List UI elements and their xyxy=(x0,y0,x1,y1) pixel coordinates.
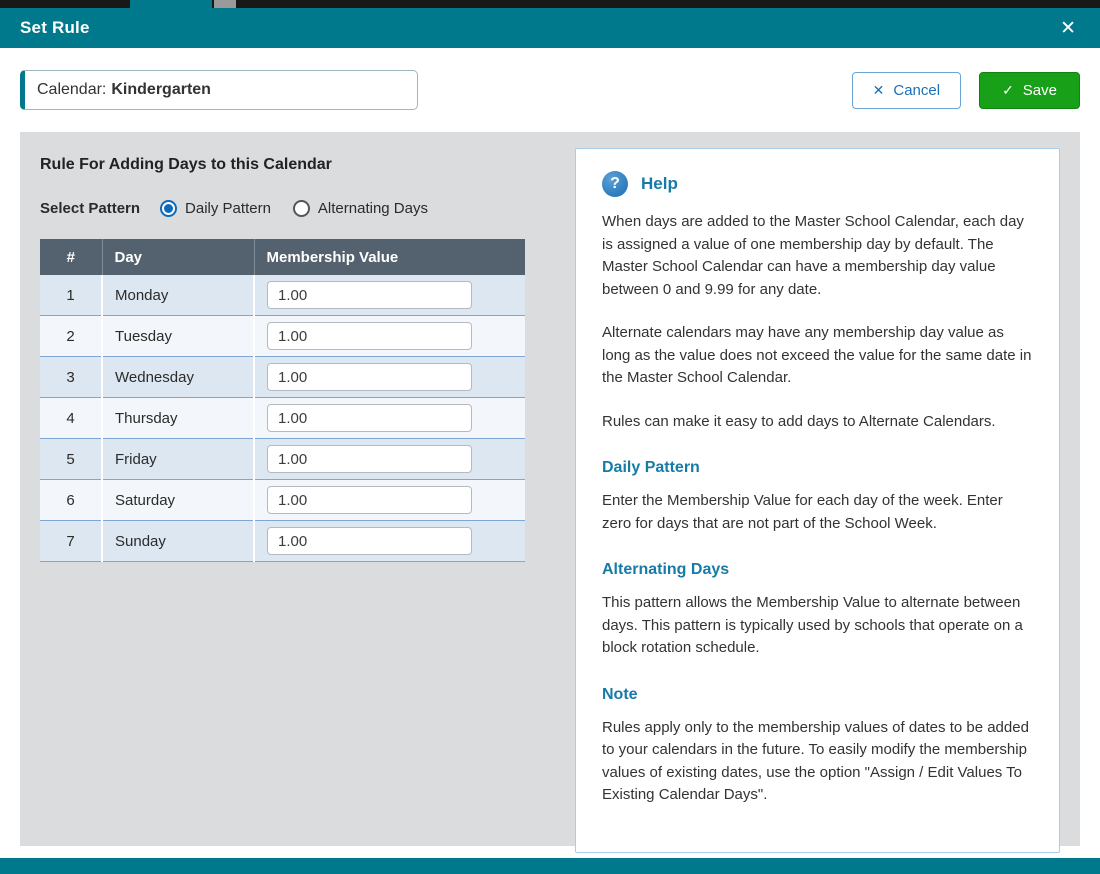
row-day: Wednesday xyxy=(102,356,255,398)
row-number: 4 xyxy=(40,397,103,439)
row-day: Friday xyxy=(102,438,255,480)
row-day: Thursday xyxy=(102,397,255,439)
table-header: # Day Membership Value xyxy=(40,239,525,275)
table-body: 1 Monday 2 Tuesday 3 Wednesday xyxy=(40,275,525,562)
row-value-cell xyxy=(254,315,525,357)
row-number: 2 xyxy=(40,315,103,357)
background-page-strip xyxy=(0,0,1100,8)
action-buttons: ✕ Cancel ✓ Save xyxy=(851,71,1080,109)
row-value-cell xyxy=(254,397,525,439)
help-section-heading-note: Note xyxy=(602,685,638,703)
membership-value-input[interactable] xyxy=(267,527,472,555)
toolbar: Calendar: Kindergarten ✕ Cancel ✓ Save xyxy=(0,48,1100,132)
row-day: Saturday xyxy=(102,479,255,521)
table-row: 1 Monday xyxy=(40,275,525,316)
save-check-icon: ✓ xyxy=(1002,81,1014,98)
calendar-value: Kindergarten xyxy=(111,81,211,98)
radio-alternating-days-label: Alternating Days xyxy=(317,200,428,217)
row-number: 3 xyxy=(40,356,103,398)
modal-footer-bar xyxy=(0,858,1100,874)
row-day: Sunday xyxy=(102,520,255,562)
row-value-cell xyxy=(254,438,525,480)
row-value-cell xyxy=(254,479,525,521)
page-title: Set Rule xyxy=(20,18,90,37)
rule-section: Rule For Adding Days to this Calendar Se… xyxy=(40,148,545,830)
col-header-day: Day xyxy=(102,239,255,275)
help-header: ? Help xyxy=(602,171,1033,197)
close-icon[interactable]: ✕ xyxy=(1056,15,1080,42)
membership-value-input[interactable] xyxy=(267,404,472,432)
cancel-button-label: Cancel xyxy=(893,81,941,99)
radio-alternating-days[interactable]: Alternating Days xyxy=(292,200,428,217)
row-value-cell xyxy=(254,356,525,398)
help-section-body: This pattern allows the Membership Value… xyxy=(602,594,1023,656)
row-value-cell xyxy=(254,520,525,562)
col-header-number: # xyxy=(40,239,103,275)
row-number: 6 xyxy=(40,479,103,521)
calendar-name-field: Calendar: Kindergarten xyxy=(20,70,418,110)
table-row: 4 Thursday xyxy=(40,397,525,439)
membership-value-input[interactable] xyxy=(267,363,472,391)
radio-daily-pattern[interactable]: Daily Pattern xyxy=(160,200,271,217)
modal-body: Rule For Adding Days to this Calendar Se… xyxy=(20,132,1080,853)
row-day: Monday xyxy=(102,275,255,316)
help-section-heading-daily-pattern: Daily Pattern xyxy=(602,459,700,476)
help-title: Help xyxy=(641,174,678,193)
table-row: 7 Sunday xyxy=(40,520,525,562)
save-button[interactable]: ✓ Save xyxy=(979,71,1080,109)
help-intro-paragraph: Alternate calendars may have any members… xyxy=(602,324,1032,386)
table-row: 2 Tuesday xyxy=(40,315,525,357)
help-section-body: Enter the Membership Value for each day … xyxy=(602,492,1003,532)
row-day: Tuesday xyxy=(102,315,255,357)
modal-header: Set Rule ✕ xyxy=(0,8,1100,48)
col-header-membership-value: Membership Value xyxy=(254,239,525,275)
row-number: 5 xyxy=(40,438,103,480)
rule-heading: Rule For Adding Days to this Calendar xyxy=(40,156,332,173)
row-value-cell xyxy=(254,275,525,316)
membership-value-input[interactable] xyxy=(267,322,472,350)
table-row: 5 Friday xyxy=(40,438,525,480)
help-section-heading-alternating-days: Alternating Days xyxy=(602,561,730,578)
table-row: 6 Saturday xyxy=(40,479,525,521)
help-intro-paragraph: Rules can make it easy to add days to Al… xyxy=(602,412,996,430)
table-row: 3 Wednesday xyxy=(40,356,525,398)
background-tab xyxy=(130,0,212,8)
membership-value-input[interactable] xyxy=(267,281,472,309)
help-section-body: Rules apply only to the membership value… xyxy=(602,718,1029,804)
pattern-label: Select Pattern xyxy=(40,200,141,217)
cancel-button[interactable]: ✕ Cancel xyxy=(851,71,962,109)
membership-value-input[interactable] xyxy=(267,445,472,473)
background-tab-small xyxy=(214,0,236,8)
membership-value-table: # Day Membership Value 1 Monday 2 Tuesda… xyxy=(40,239,525,562)
cancel-x-icon: ✕ xyxy=(872,81,885,98)
radio-selected-icon[interactable] xyxy=(160,200,178,217)
pattern-selector: Select Pattern Daily Pattern Alternating… xyxy=(40,200,545,217)
calendar-label: Calendar: xyxy=(37,81,107,98)
membership-value-input[interactable] xyxy=(267,486,472,514)
row-number: 7 xyxy=(40,520,103,562)
radio-unselected-icon[interactable] xyxy=(292,200,310,217)
radio-daily-pattern-label: Daily Pattern xyxy=(185,200,271,217)
help-intro-paragraph: When days are added to the Master School… xyxy=(602,213,1024,298)
row-number: 1 xyxy=(40,275,103,316)
help-panel: ? Help When days are added to the Master… xyxy=(575,148,1060,853)
help-question-icon: ? xyxy=(602,171,628,197)
save-button-label: Save xyxy=(1022,81,1057,99)
